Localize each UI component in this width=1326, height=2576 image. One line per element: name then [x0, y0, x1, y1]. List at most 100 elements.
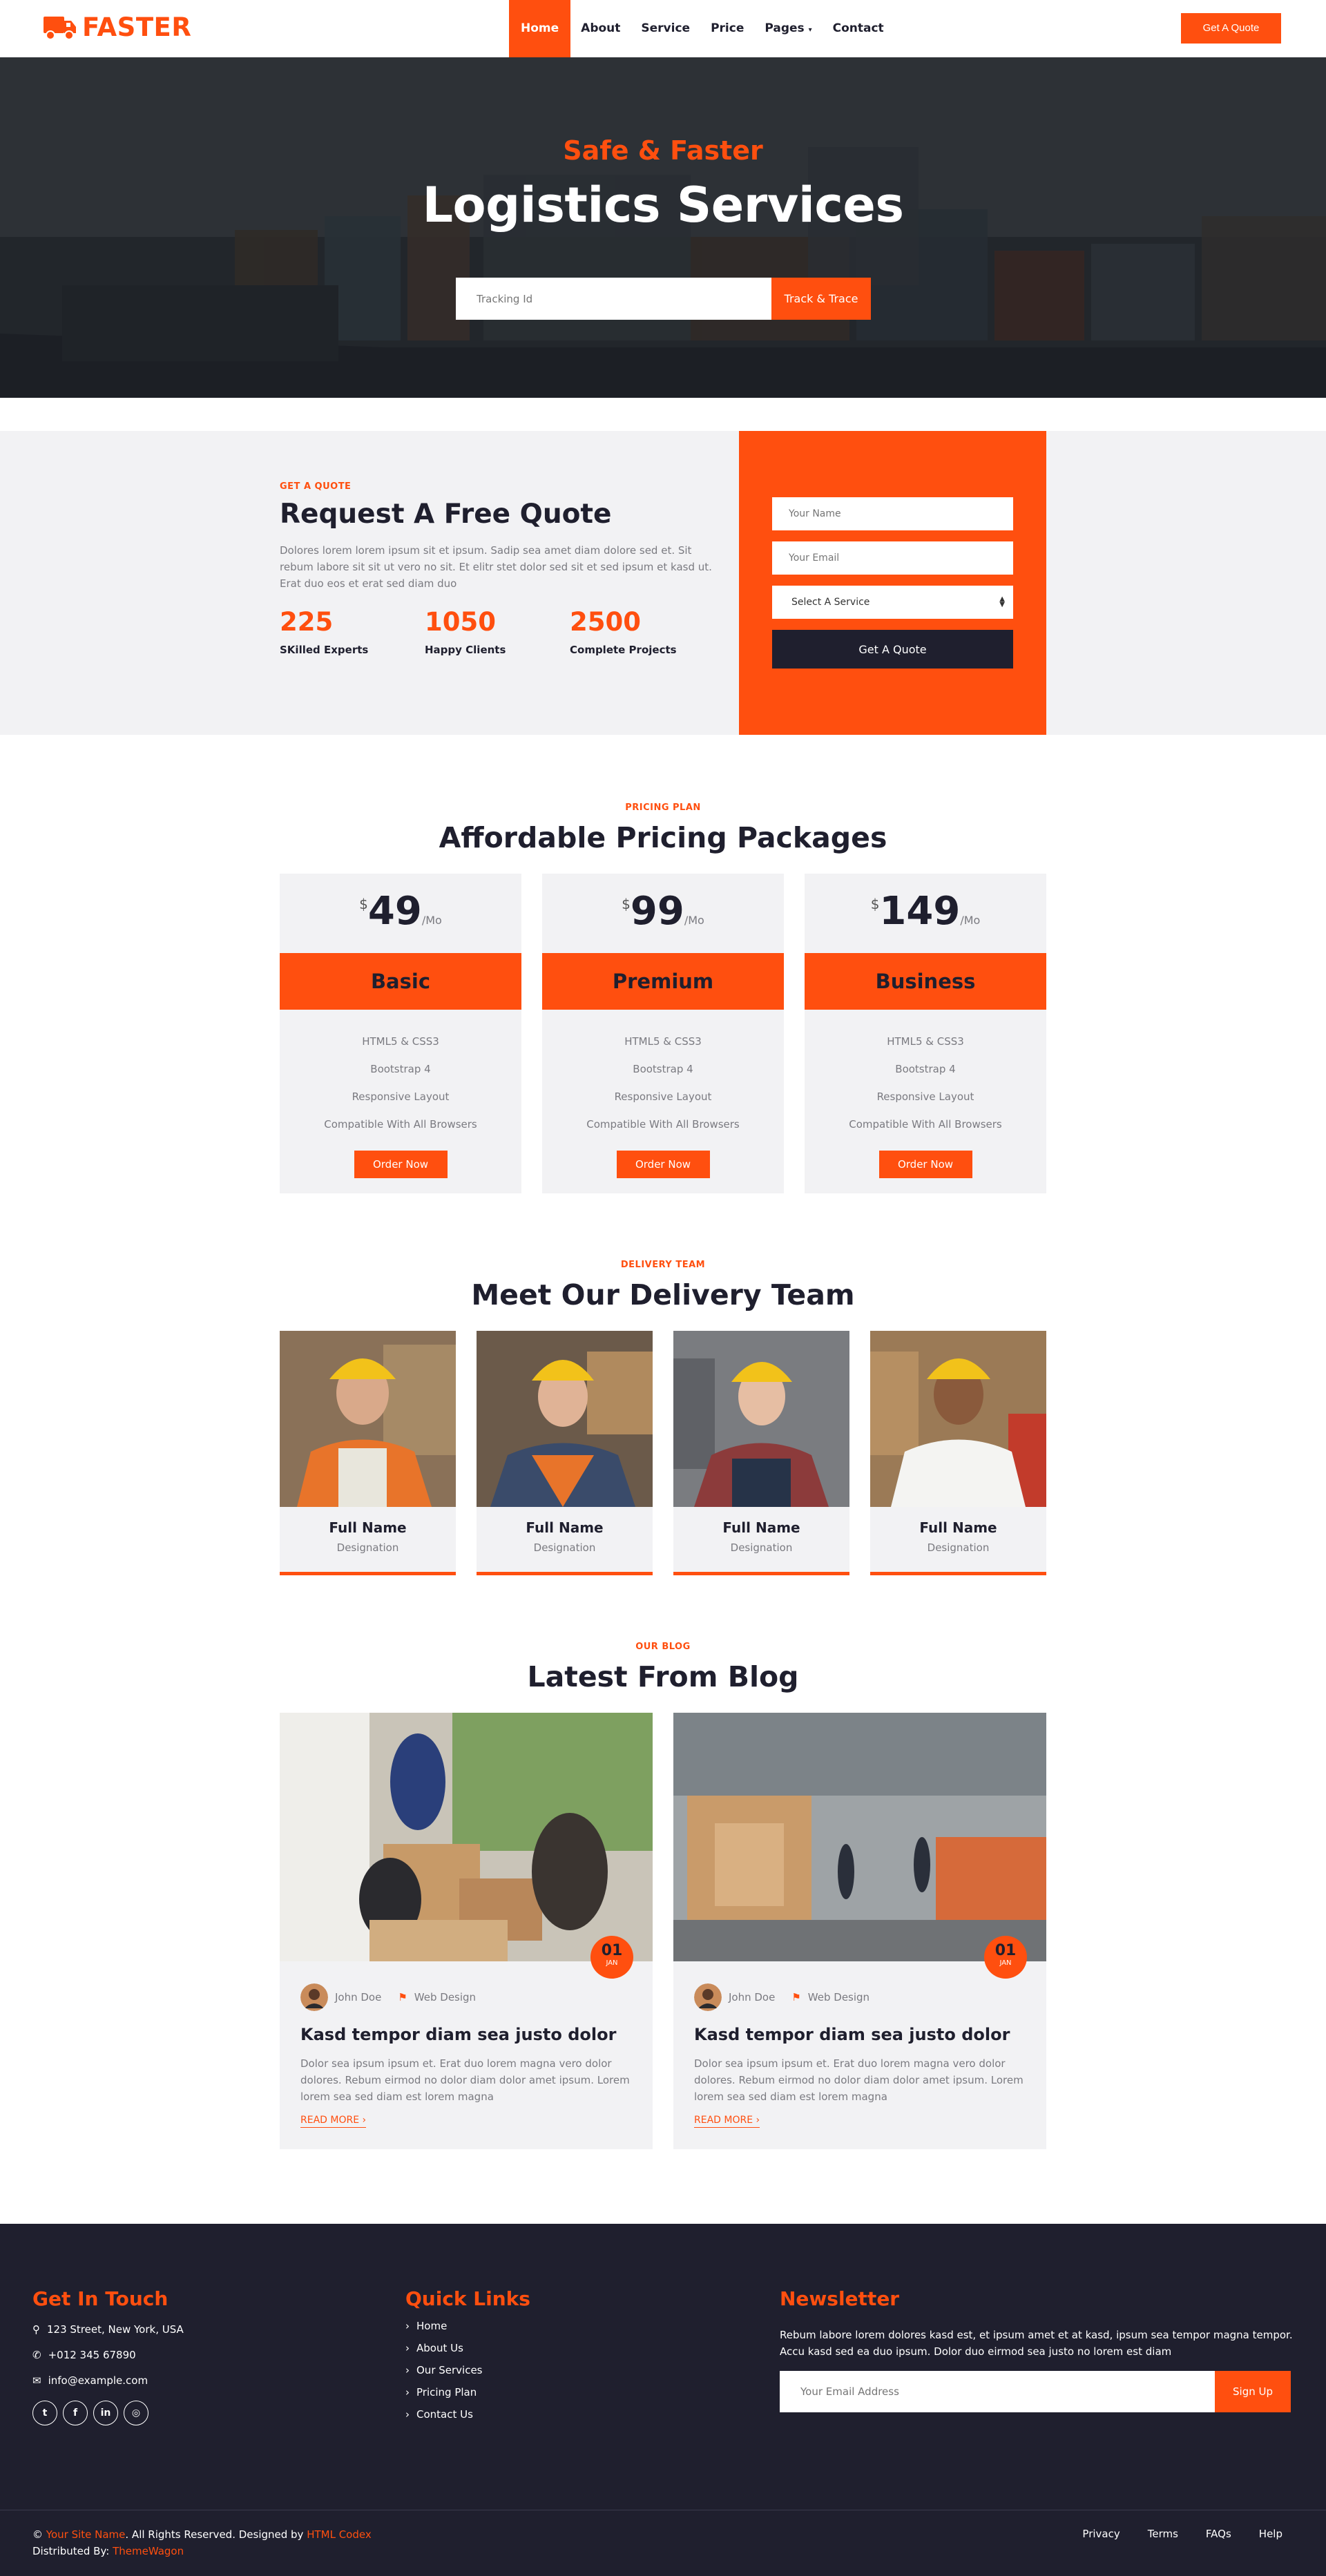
hero-subtitle: Safe & Faster [563, 135, 763, 166]
nav-service[interactable]: Service [631, 0, 700, 57]
name-field[interactable] [772, 497, 1013, 530]
nav-get-quote-button[interactable]: Get A Quote [1181, 13, 1281, 44]
get-quote-submit-button[interactable]: Get A Quote [772, 630, 1013, 669]
blog-post-card: 01 JAN John Doe ⚑ Web Design Kasd tempor… [673, 1713, 1046, 2149]
email-field[interactable] [772, 541, 1013, 575]
stat-projects: 2500 Complete Projects [570, 607, 715, 656]
plan-feature: Compatible With All Browsers [849, 1118, 1002, 1131]
quote-eyebrow: Get A Quote [280, 481, 352, 492]
team-eyebrow: Delivery Team [620, 1260, 706, 1270]
team-cards: Full Name Designation Full Name Designat… [0, 1331, 1326, 1575]
team-title: Meet Our Delivery Team [471, 1278, 855, 1311]
footer-link-home[interactable]: › Home [405, 2320, 530, 2332]
team-member-card: Full Name Designation [870, 1331, 1046, 1575]
nav-menu: Home About Service Price Pages ▾ Contact [509, 0, 894, 57]
price-value: 99 [630, 889, 684, 934]
privacy-link[interactable]: Privacy [1082, 2528, 1120, 2540]
quote-text: Dolores lorem lorem ipsum sit et ipsum. … [280, 544, 712, 590]
nav-home[interactable]: Home [509, 0, 571, 57]
distributor-link[interactable]: ThemeWagon [113, 2545, 184, 2557]
blog-post-meta: John Doe ⚑ Web Design [694, 1983, 1026, 2011]
footer-address: ⚲ 123 Street, New York, USA [32, 2323, 184, 2336]
price-period: /Mo [684, 914, 704, 927]
plan-feature: HTML5 & CSS3 [362, 1035, 439, 1048]
blog-post-title[interactable]: Kasd tempor diam sea justo dolor [300, 2025, 632, 2044]
author-avatar[interactable] [694, 1983, 722, 2011]
newsletter-email-input[interactable] [780, 2371, 1215, 2412]
nav-price[interactable]: Price [700, 0, 754, 57]
tracking-id-input[interactable] [456, 278, 771, 320]
nav-about[interactable]: About [570, 0, 631, 57]
blog-post-body: John Doe ⚑ Web Design Kasd tempor diam s… [280, 1961, 653, 2128]
site-name-link[interactable]: Your Site Name [46, 2528, 126, 2541]
footer-link-pricing[interactable]: › Pricing Plan [405, 2386, 530, 2399]
linkedin-icon[interactable]: in [93, 2401, 118, 2425]
instagram-icon[interactable]: ◎ [124, 2401, 148, 2425]
footer-link-label: Pricing Plan [416, 2386, 477, 2399]
nav-pages-dropdown[interactable]: Pages ▾ [754, 0, 822, 57]
pricing-card-business: $149/Mo Business HTML5 & CSS3 Bootstrap … [805, 874, 1046, 1193]
map-marker-icon: ⚲ [32, 2323, 40, 2336]
track-trace-button[interactable]: Track & Trace [771, 278, 871, 320]
author-name[interactable]: John Doe [729, 1991, 775, 2003]
order-now-button[interactable]: Order Now [354, 1151, 448, 1178]
plan-feature: Bootstrap 4 [633, 1063, 693, 1075]
team-member-card: Full Name Designation [280, 1331, 456, 1575]
footer-link-label: Home [416, 2320, 448, 2332]
footer-quick-links: Quick Links › Home › About Us › Our Service… [405, 2287, 530, 2421]
price-amount: $49/Mo [280, 874, 521, 953]
blog-title: Latest From Blog [527, 1660, 799, 1693]
help-link[interactable]: Help [1259, 2528, 1282, 2540]
price-currency: $ [359, 896, 368, 912]
post-category[interactable]: Web Design [414, 1991, 476, 2003]
chevron-right-icon: › [362, 2115, 367, 2126]
read-more-link[interactable]: READ MORE › [694, 2115, 760, 2128]
price-amount: $99/Mo [542, 874, 784, 953]
chevron-right-icon: › [405, 2408, 410, 2421]
designer-link[interactable]: HTML Codex [307, 2528, 372, 2541]
price-value: 149 [879, 889, 961, 934]
footer-link-contact[interactable]: › Contact Us [405, 2408, 530, 2421]
terms-link[interactable]: Terms [1148, 2528, 1178, 2540]
twitter-icon[interactable]: t [32, 2401, 57, 2425]
blog-post-excerpt: Dolor sea ipsum ipsum et. Erat duo lorem… [694, 2057, 1024, 2103]
stats-row: 225 SKilled Experts 1050 Happy Clients 2… [280, 607, 715, 656]
nav-contact[interactable]: Contact [823, 0, 894, 57]
footer-email: ✉ info@example.com [32, 2374, 184, 2387]
blog-post-title[interactable]: Kasd tempor diam sea justo dolor [694, 2025, 1026, 2044]
post-category[interactable]: Web Design [808, 1991, 869, 2003]
footer-link-services[interactable]: › Our Services [405, 2364, 530, 2376]
sign-up-button[interactable]: Sign Up [1215, 2371, 1291, 2412]
service-select[interactable]: Select A Service ▲ ▼ [772, 586, 1013, 619]
newsletter-text: Rebum labore lorem dolores kasd est, et … [780, 2329, 1293, 2358]
team-member-card: Full Name Designation [477, 1331, 653, 1575]
blog-post-body: John Doe ⚑ Web Design Kasd tempor diam s… [673, 1961, 1046, 2128]
author-name[interactable]: John Doe [335, 1991, 381, 2003]
stat-label: Complete Projects [570, 644, 677, 656]
order-now-button[interactable]: Order Now [616, 1151, 710, 1178]
footer-contact: Get In Touch ⚲ 123 Street, New York, USA … [32, 2287, 184, 2425]
order-now-button[interactable]: Order Now [878, 1151, 972, 1178]
brand-logo[interactable]: FASTER [44, 12, 191, 42]
team-member-card: Full Name Designation [673, 1331, 849, 1575]
team-heading: Delivery Team Meet Our Delivery Team [0, 1260, 1326, 1311]
navbar: FASTER Home About Service Price Pages ▾ … [0, 0, 1326, 57]
stat-label: SKilled Experts [280, 644, 369, 656]
pricing-card-basic: $49/Mo Basic HTML5 & CSS3 Bootstrap 4 Re… [280, 874, 521, 1193]
phone-icon: ✆ [32, 2349, 41, 2361]
team-member-name: Full Name [919, 1519, 997, 1536]
read-more-link[interactable]: READ MORE › [300, 2115, 367, 2128]
faqs-link[interactable]: FAQs [1206, 2528, 1231, 2540]
team-member-role: Designation [927, 1541, 990, 1554]
plan-features: HTML5 & CSS3 Bootstrap 4 Responsive Layo… [280, 1010, 521, 1178]
footer-contact-title: Get In Touch [32, 2287, 169, 2310]
hero-section: Safe & Faster Logistics Services Track &… [0, 57, 1326, 398]
caret-down-icon: ▾ [808, 26, 812, 34]
footer-link-about[interactable]: › About Us [405, 2342, 530, 2354]
facebook-icon[interactable]: f [63, 2401, 88, 2425]
author-avatar[interactable] [300, 1983, 328, 2011]
stat-clients: 1050 Happy Clients [425, 607, 570, 656]
stat-label: Happy Clients [425, 644, 506, 656]
blog-eyebrow: Our Blog [635, 1642, 691, 1652]
quote-section: Get A Quote Request A Free Quote Dolores… [0, 431, 1326, 735]
